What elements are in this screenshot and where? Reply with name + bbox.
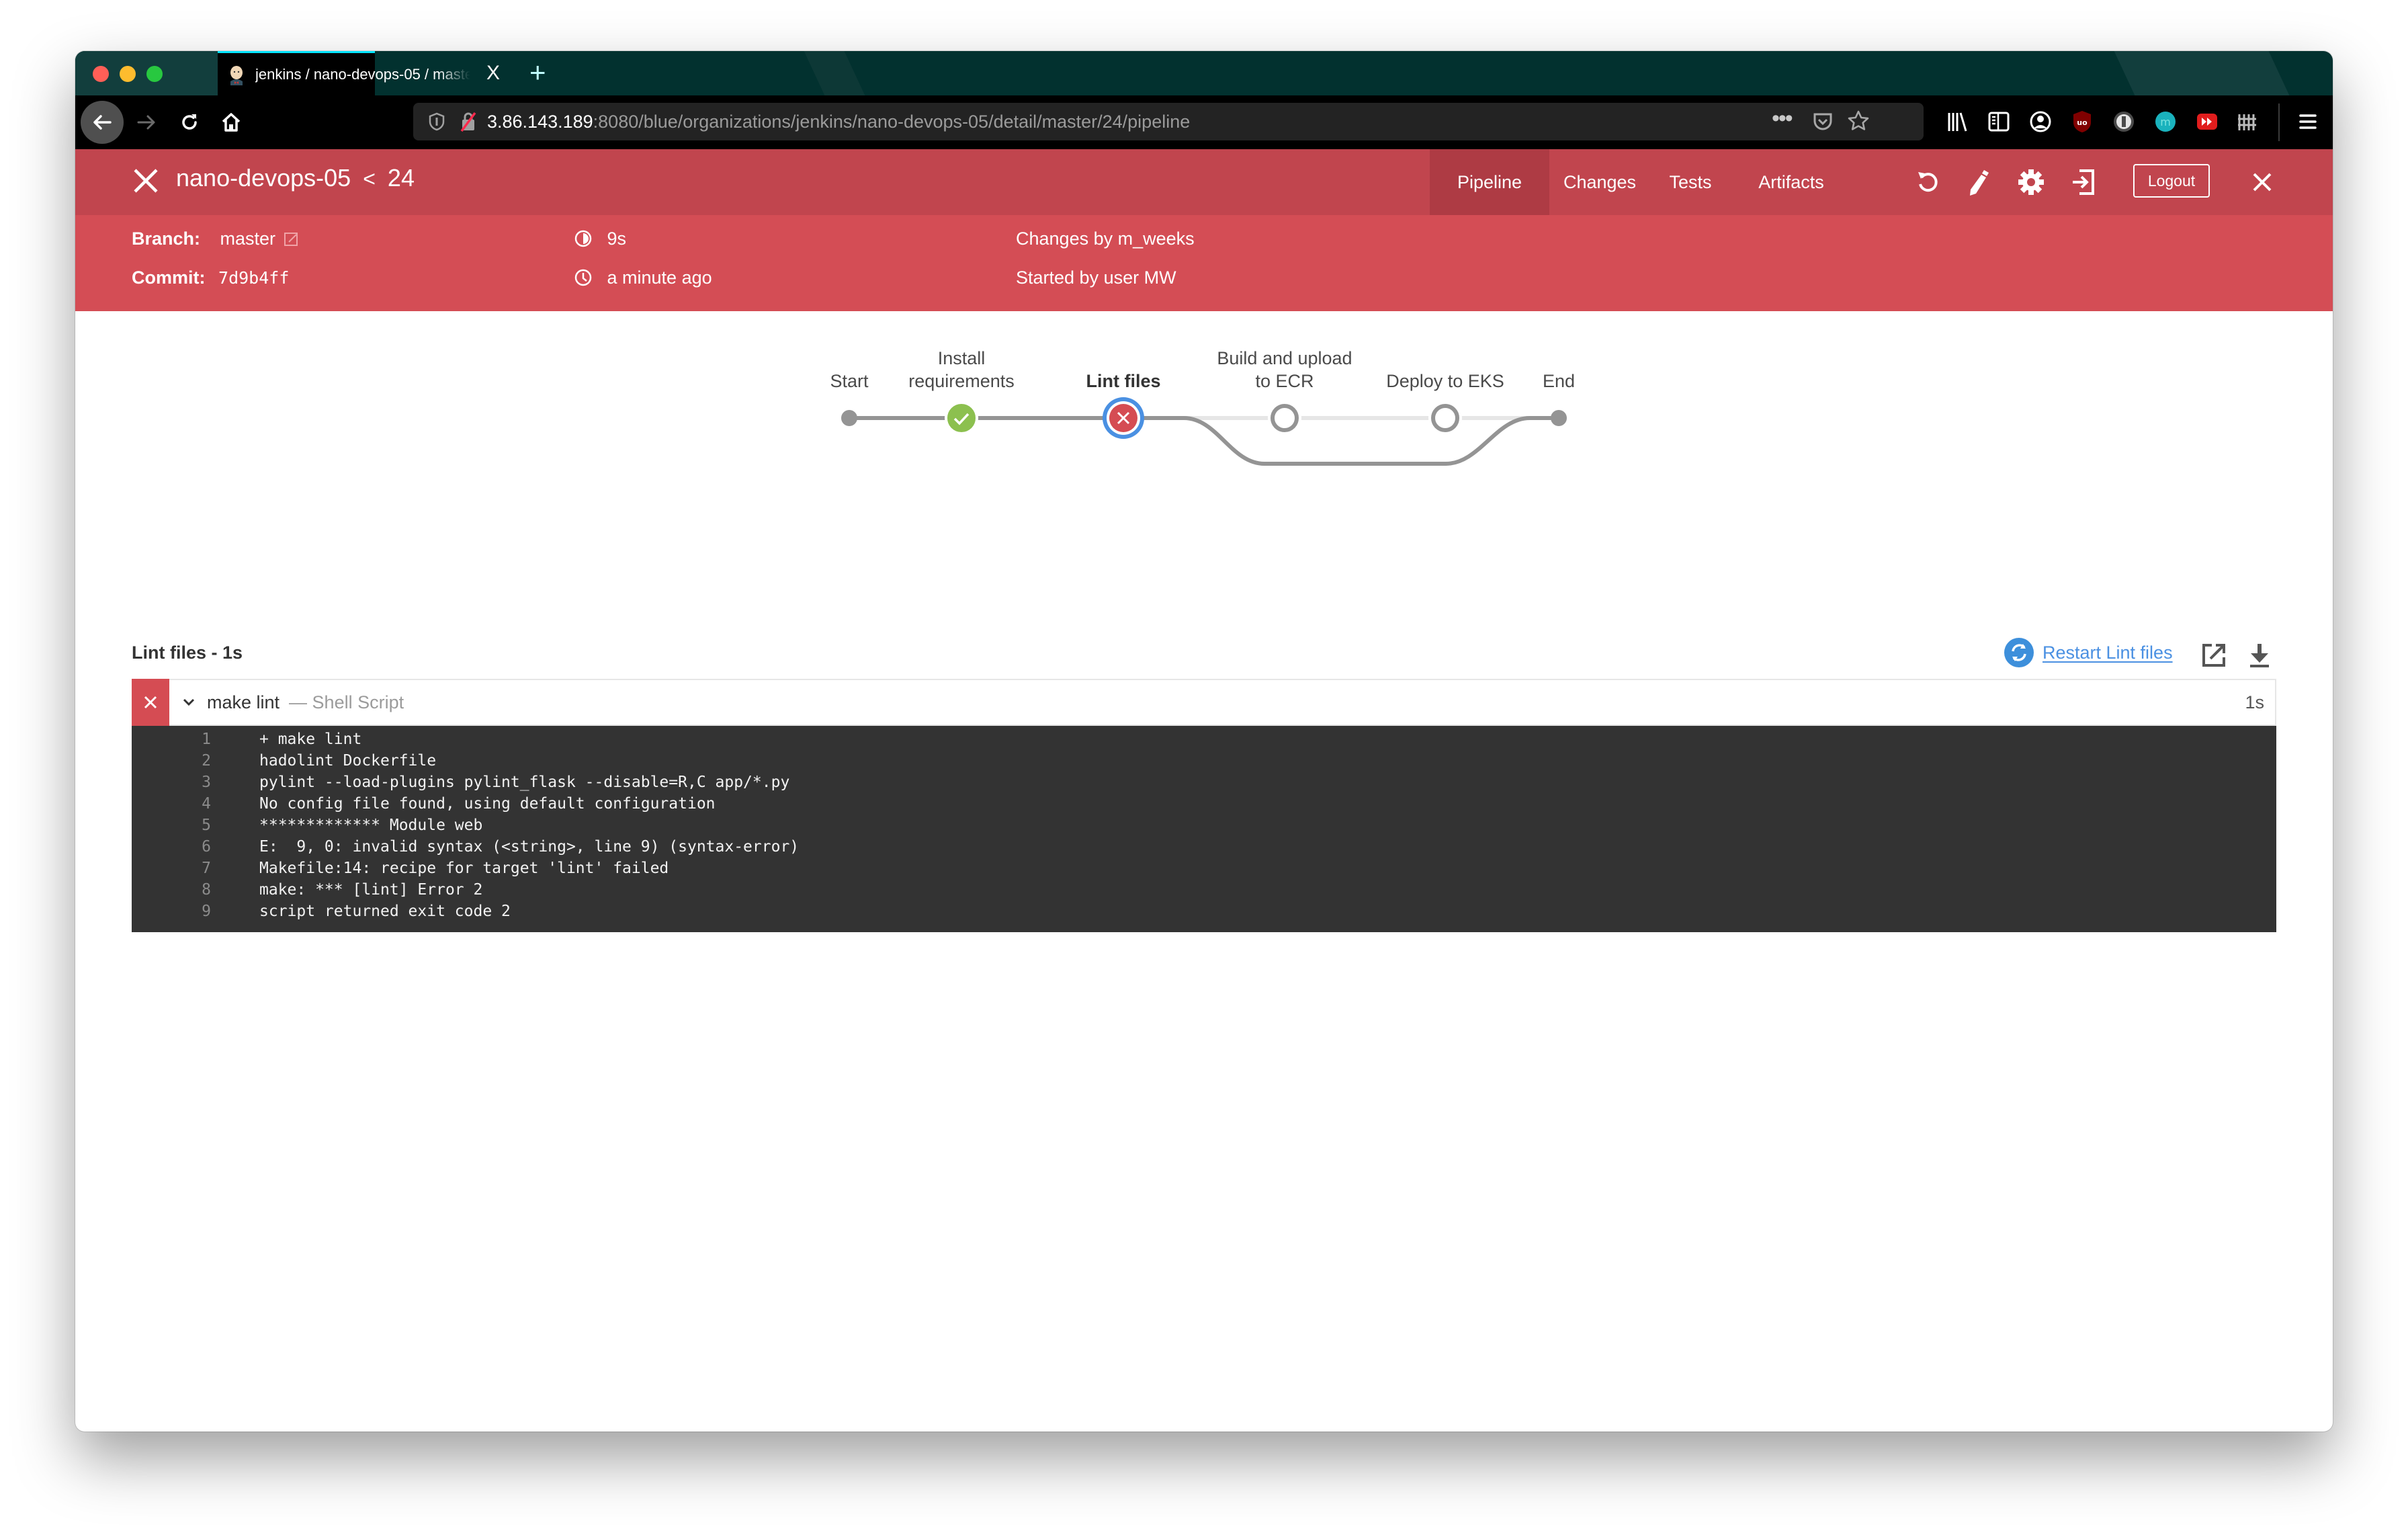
log-line: 1 + make lint: [132, 731, 361, 752]
log-line-number[interactable]: 4: [132, 795, 259, 813]
download-log-icon[interactable]: [2248, 643, 2271, 668]
log-line-number[interactable]: 3: [132, 774, 259, 791]
log-line-number[interactable]: 7: [132, 860, 259, 877]
log-line: 7 Makefile:14: recipe for target 'lint' f…: [132, 860, 669, 881]
log-line: 3 pylint --load-plugins pylint_flask --di…: [132, 774, 789, 795]
log-line: 8 make: *** [lint] Error 2: [132, 881, 482, 903]
log-line: 9 script returned exit code 2: [132, 903, 511, 924]
log-line-text: Makefile:14: recipe for target 'lint' fa…: [259, 860, 669, 877]
step-log[interactable]: 1 + make lint 2 hadolint Dockerfile 3 pylin…: [132, 726, 2276, 932]
log-line-text: make: *** [lint] Error 2: [259, 881, 483, 899]
log-line-number[interactable]: 8: [132, 881, 259, 899]
step-duration: 1s: [2245, 692, 2264, 712]
restart-stage-label[interactable]: Restart Lint files: [2042, 643, 2173, 663]
browser-window: jenkins / nano-devops-05 / master #24 X …: [75, 51, 2333, 1432]
log-line-text: E: 9, 0: invalid syntax (<string>, line …: [259, 838, 800, 856]
log-line-number[interactable]: 1: [132, 731, 259, 748]
stage-node-install-requirements[interactable]: [945, 401, 978, 435]
stage-node-start: [841, 410, 857, 426]
open-log-new-window-icon[interactable]: [2201, 643, 2227, 668]
log-line-text: ************* Module web: [259, 817, 483, 834]
log-line-number[interactable]: 2: [132, 752, 259, 770]
log-line-number[interactable]: 9: [132, 903, 259, 920]
stage-node-lint-files[interactable]: [1103, 397, 1144, 439]
pipeline-edge-skip: [1123, 416, 1559, 466]
log-line-text: pylint --load-plugins pylint_flask --dis…: [259, 774, 790, 791]
log-line-text: No config file found, using default conf…: [259, 795, 716, 813]
log-line-text: + make lint: [259, 731, 362, 748]
log-line: 5 ************* Module web: [132, 817, 482, 838]
step-section-title: Lint files - 1s: [132, 643, 243, 663]
stage-node-end: [1551, 410, 1567, 426]
stage-node-deploy-eks[interactable]: [1428, 401, 1462, 435]
log-line: 2 hadolint Dockerfile: [132, 752, 436, 774]
log-line-number[interactable]: 5: [132, 817, 259, 834]
step-name: make lint — Shell Script: [207, 692, 404, 713]
chevron-down-icon[interactable]: [181, 695, 196, 710]
step-command: make lint: [207, 692, 280, 712]
step-failed-status: [132, 679, 169, 726]
step-row[interactable]: make lint — Shell Script 1s: [132, 679, 2276, 726]
restart-stage-button[interactable]: Restart Lint files: [2004, 637, 2173, 668]
log-line: 4 No config file found, using default con…: [132, 795, 716, 817]
pipeline-graph-svg: [841, 397, 1567, 466]
log-line-text: script returned exit code 2: [259, 903, 511, 920]
step-type: — Shell Script: [289, 692, 404, 712]
log-line-number[interactable]: 6: [132, 838, 259, 856]
restart-icon: [2004, 638, 2034, 667]
stage-node-build-upload-ecr[interactable]: [1268, 401, 1301, 435]
x-icon: [144, 696, 157, 709]
log-line-text: hadolint Dockerfile: [259, 752, 437, 770]
log-line: 6 E: 9, 0: invalid syntax (<string>, line…: [132, 838, 799, 860]
